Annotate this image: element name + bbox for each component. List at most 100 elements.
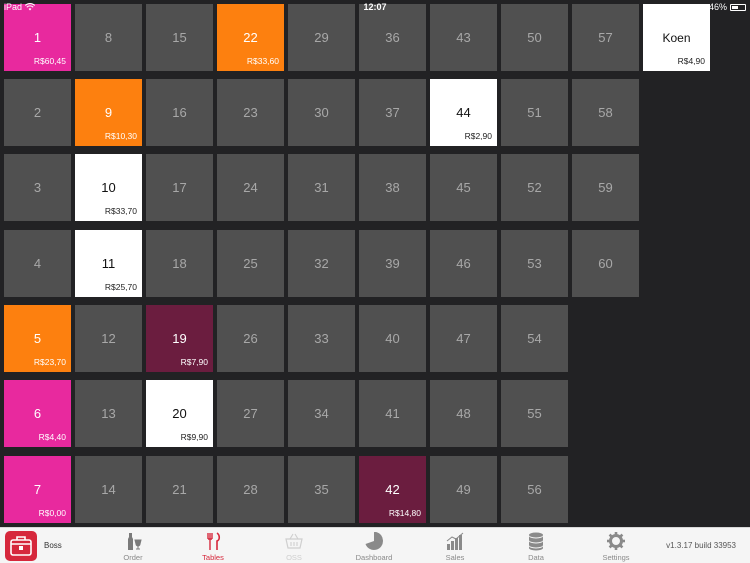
table-number: 32	[314, 256, 329, 271]
tab-tables[interactable]: Tables	[183, 528, 243, 563]
table-tile[interactable]: 16	[146, 79, 213, 146]
table-tile[interactable]: 23	[217, 79, 284, 146]
tab-data[interactable]: Data	[506, 528, 566, 563]
table-number: 26	[243, 331, 258, 346]
table-tile[interactable]: 47	[430, 305, 497, 372]
table-tile[interactable]: 3	[4, 154, 71, 221]
tab-order[interactable]: Order	[103, 528, 163, 563]
table-number: 54	[527, 331, 542, 346]
table-tile[interactable]: 56	[501, 456, 568, 523]
table-tile[interactable]: 10 R$33,70	[75, 154, 142, 221]
table-amount: R$23,70	[33, 357, 66, 367]
table-tile[interactable]: 41	[359, 380, 426, 447]
tab-dashboard[interactable]: Dashboard	[344, 528, 404, 563]
table-tile[interactable]: 36	[359, 4, 426, 71]
table-number: 46	[456, 256, 471, 271]
table-number: 34	[314, 406, 329, 421]
table-tile[interactable]: 53	[501, 230, 568, 297]
table-tile[interactable]: 1 R$60,45	[4, 4, 71, 71]
table-tile[interactable]: 50	[501, 4, 568, 71]
table-tile[interactable]: 11 R$25,70	[75, 230, 142, 297]
table-tile[interactable]: 9 R$10,30	[75, 79, 142, 146]
app-logo-icon[interactable]	[5, 531, 37, 561]
table-number: 35	[314, 482, 329, 497]
table-tile[interactable]: 52	[501, 154, 568, 221]
table-number: 49	[456, 482, 471, 497]
table-tile[interactable]: Koen R$4,90	[643, 4, 710, 71]
table-tile[interactable]: 2	[4, 79, 71, 146]
table-tile[interactable]: 15	[146, 4, 213, 71]
table-amount: R$7,90	[180, 357, 208, 367]
table-tile[interactable]: 31	[288, 154, 355, 221]
table-tile[interactable]: 6 R$4,40	[4, 380, 71, 447]
table-number: 3	[33, 180, 42, 195]
table-number: 5	[33, 331, 42, 346]
table-tile[interactable]: 60	[572, 230, 639, 297]
table-amount: R$14,80	[388, 508, 421, 518]
table-tile[interactable]: 55	[501, 380, 568, 447]
table-tile[interactable]: 12	[75, 305, 142, 372]
table-number: 1	[33, 30, 42, 45]
table-tile[interactable]: 5 R$23,70	[4, 305, 71, 372]
table-tile[interactable]: 14	[75, 456, 142, 523]
table-tile[interactable]: 32	[288, 230, 355, 297]
table-tile[interactable]: 34	[288, 380, 355, 447]
table-number: 45	[456, 180, 471, 195]
table-tile[interactable]: 13	[75, 380, 142, 447]
table-tile[interactable]: 8	[75, 4, 142, 71]
table-number: 24	[243, 180, 258, 195]
table-tile[interactable]: 58	[572, 79, 639, 146]
table-tile[interactable]: 35	[288, 456, 355, 523]
table-number: 29	[314, 30, 329, 45]
table-tile[interactable]: 27	[217, 380, 284, 447]
table-number: 10	[101, 180, 116, 195]
table-tile[interactable]: 21	[146, 456, 213, 523]
table-tile[interactable]: 45	[430, 154, 497, 221]
table-tile[interactable]: 28	[217, 456, 284, 523]
table-tile[interactable]: 26	[217, 305, 284, 372]
table-tile[interactable]: 59	[572, 154, 639, 221]
tab-oss[interactable]: OSS	[264, 528, 324, 563]
table-tile[interactable]: 37	[359, 79, 426, 146]
battery-icon	[730, 3, 746, 11]
table-tile[interactable]: 19 R$7,90	[146, 305, 213, 372]
table-tile[interactable]: 51	[501, 79, 568, 146]
table-tile[interactable]: 43	[430, 4, 497, 71]
table-number: 4	[33, 256, 42, 271]
table-tile[interactable]: 29	[288, 4, 355, 71]
table-tile[interactable]: 20 R$9,90	[146, 380, 213, 447]
table-number: 22	[243, 30, 258, 45]
table-tile[interactable]: 22 R$33,60	[217, 4, 284, 71]
table-amount: R$4,90	[677, 56, 705, 66]
table-number: 9	[104, 105, 113, 120]
tab-settings[interactable]: Settings	[586, 528, 646, 563]
table-tile[interactable]: 40	[359, 305, 426, 372]
table-tile[interactable]: 57	[572, 4, 639, 71]
table-tile[interactable]: 25	[217, 230, 284, 297]
table-tile[interactable]: 17	[146, 154, 213, 221]
table-amount: R$33,70	[104, 206, 137, 216]
tab-label: Settings	[602, 553, 630, 562]
table-number: 30	[314, 105, 329, 120]
table-tile[interactable]: 46	[430, 230, 497, 297]
table-tile[interactable]: 38	[359, 154, 426, 221]
table-tile[interactable]: 54	[501, 305, 568, 372]
user-label[interactable]: Boss	[44, 541, 62, 550]
table-tile[interactable]: 7 R$0,00	[4, 456, 71, 523]
table-tile[interactable]: 33	[288, 305, 355, 372]
table-number: 23	[243, 105, 258, 120]
table-tile[interactable]: 48	[430, 380, 497, 447]
table-tile[interactable]: 4	[4, 230, 71, 297]
table-tile[interactable]: 24	[217, 154, 284, 221]
table-tile[interactable]: 44 R$2,90	[430, 79, 497, 146]
table-tile[interactable]: 18	[146, 230, 213, 297]
table-tile[interactable]: 49	[430, 456, 497, 523]
table-number: 50	[527, 30, 542, 45]
tab-sales[interactable]: Sales	[425, 528, 485, 563]
table-tile[interactable]: 30	[288, 79, 355, 146]
bottle-glass-icon	[128, 533, 142, 550]
table-number: 20	[172, 406, 187, 421]
table-tile[interactable]: 42 R$14,80	[359, 456, 426, 523]
table-amount: R$2,90	[464, 131, 492, 141]
table-tile[interactable]: 39	[359, 230, 426, 297]
